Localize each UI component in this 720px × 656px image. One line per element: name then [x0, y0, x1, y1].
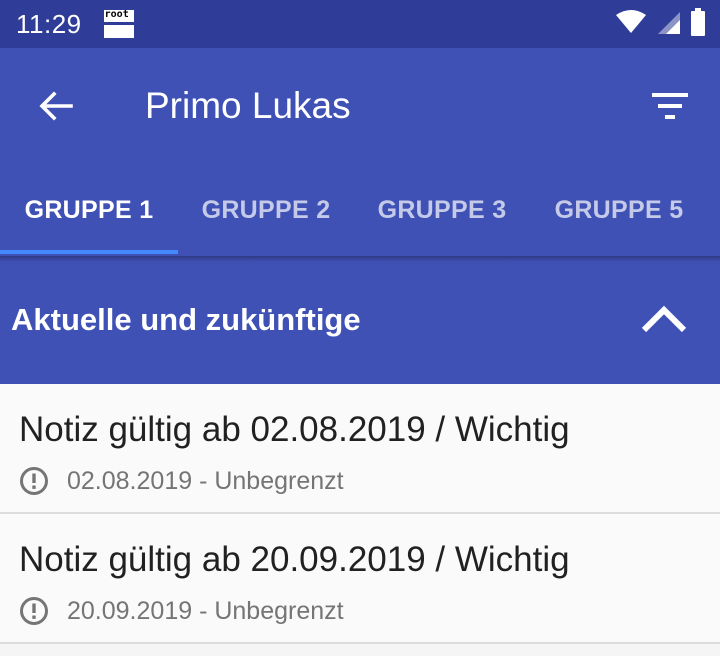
section-header[interactable]: Aktuelle und zukünftige: [0, 256, 720, 384]
tab-label: GRUPPE 1: [24, 195, 154, 224]
alert-icon: [20, 597, 48, 625]
collapse-button[interactable]: [638, 298, 690, 338]
signal-icon: [658, 12, 680, 34]
note-subtitle: 02.08.2019 - Unbegrenzt: [67, 466, 344, 495]
note-subtitle-row: 20.09.2019 - Unbegrenzt: [19, 596, 344, 626]
arrow-back-icon: [39, 91, 73, 121]
root-label: root: [104, 9, 129, 20]
wifi-icon: [616, 10, 646, 33]
tab-label: GRUPPE 3: [377, 195, 507, 224]
section-title: Aktuelle und zukünftige: [11, 302, 361, 337]
notes-list: Notiz gültig ab 02.08.2019 / Wichtig 02.…: [0, 384, 720, 644]
battery-icon: [691, 8, 705, 36]
chevron-up-icon: [641, 305, 687, 333]
back-button[interactable]: [30, 80, 82, 132]
note-title: Notiz gültig ab 20.09.2019 / Wichtig: [19, 540, 570, 579]
tab-indicator: [0, 250, 178, 254]
tab-bar: GRUPPE 1 GRUPPE 2 GRUPPE 3 GRUPPE 5: [0, 164, 720, 256]
tab-label: GRUPPE 5: [554, 195, 684, 224]
tab-label: GRUPPE 2: [201, 195, 331, 224]
status-time: 11:29: [16, 8, 82, 39]
filter-button[interactable]: [642, 80, 698, 132]
tab-gruppe-5[interactable]: GRUPPE 5: [530, 164, 708, 256]
note-title: Notiz gültig ab 02.08.2019 / Wichtig: [19, 410, 570, 449]
toolbar: Primo Lukas: [0, 48, 720, 164]
tab-gruppe-3[interactable]: GRUPPE 3: [354, 164, 530, 256]
filter-icon: [652, 93, 688, 119]
page-title: Primo Lukas: [145, 85, 351, 126]
tab-bar-shadow: [0, 256, 720, 262]
list-item[interactable]: Notiz gültig ab 20.09.2019 / Wichtig 20.…: [0, 514, 720, 644]
alert-icon: [20, 467, 48, 495]
note-subtitle-row: 02.08.2019 - Unbegrenzt: [19, 466, 344, 496]
list-item[interactable]: Notiz gültig ab 02.08.2019 / Wichtig 02.…: [0, 384, 720, 514]
root-badge: root: [103, 9, 134, 38]
status-bar: 11:29 root: [0, 0, 720, 48]
tab-gruppe-1[interactable]: GRUPPE 1: [0, 164, 178, 256]
tab-gruppe-2[interactable]: GRUPPE 2: [178, 164, 354, 256]
root-badge-bar: [103, 22, 134, 25]
status-icons: [616, 8, 706, 36]
app-bar: Primo Lukas GRUPPE 1 GRUPPE 2 GRUPPE 3 G…: [0, 48, 720, 256]
note-subtitle: 20.09.2019 - Unbegrenzt: [67, 596, 344, 625]
